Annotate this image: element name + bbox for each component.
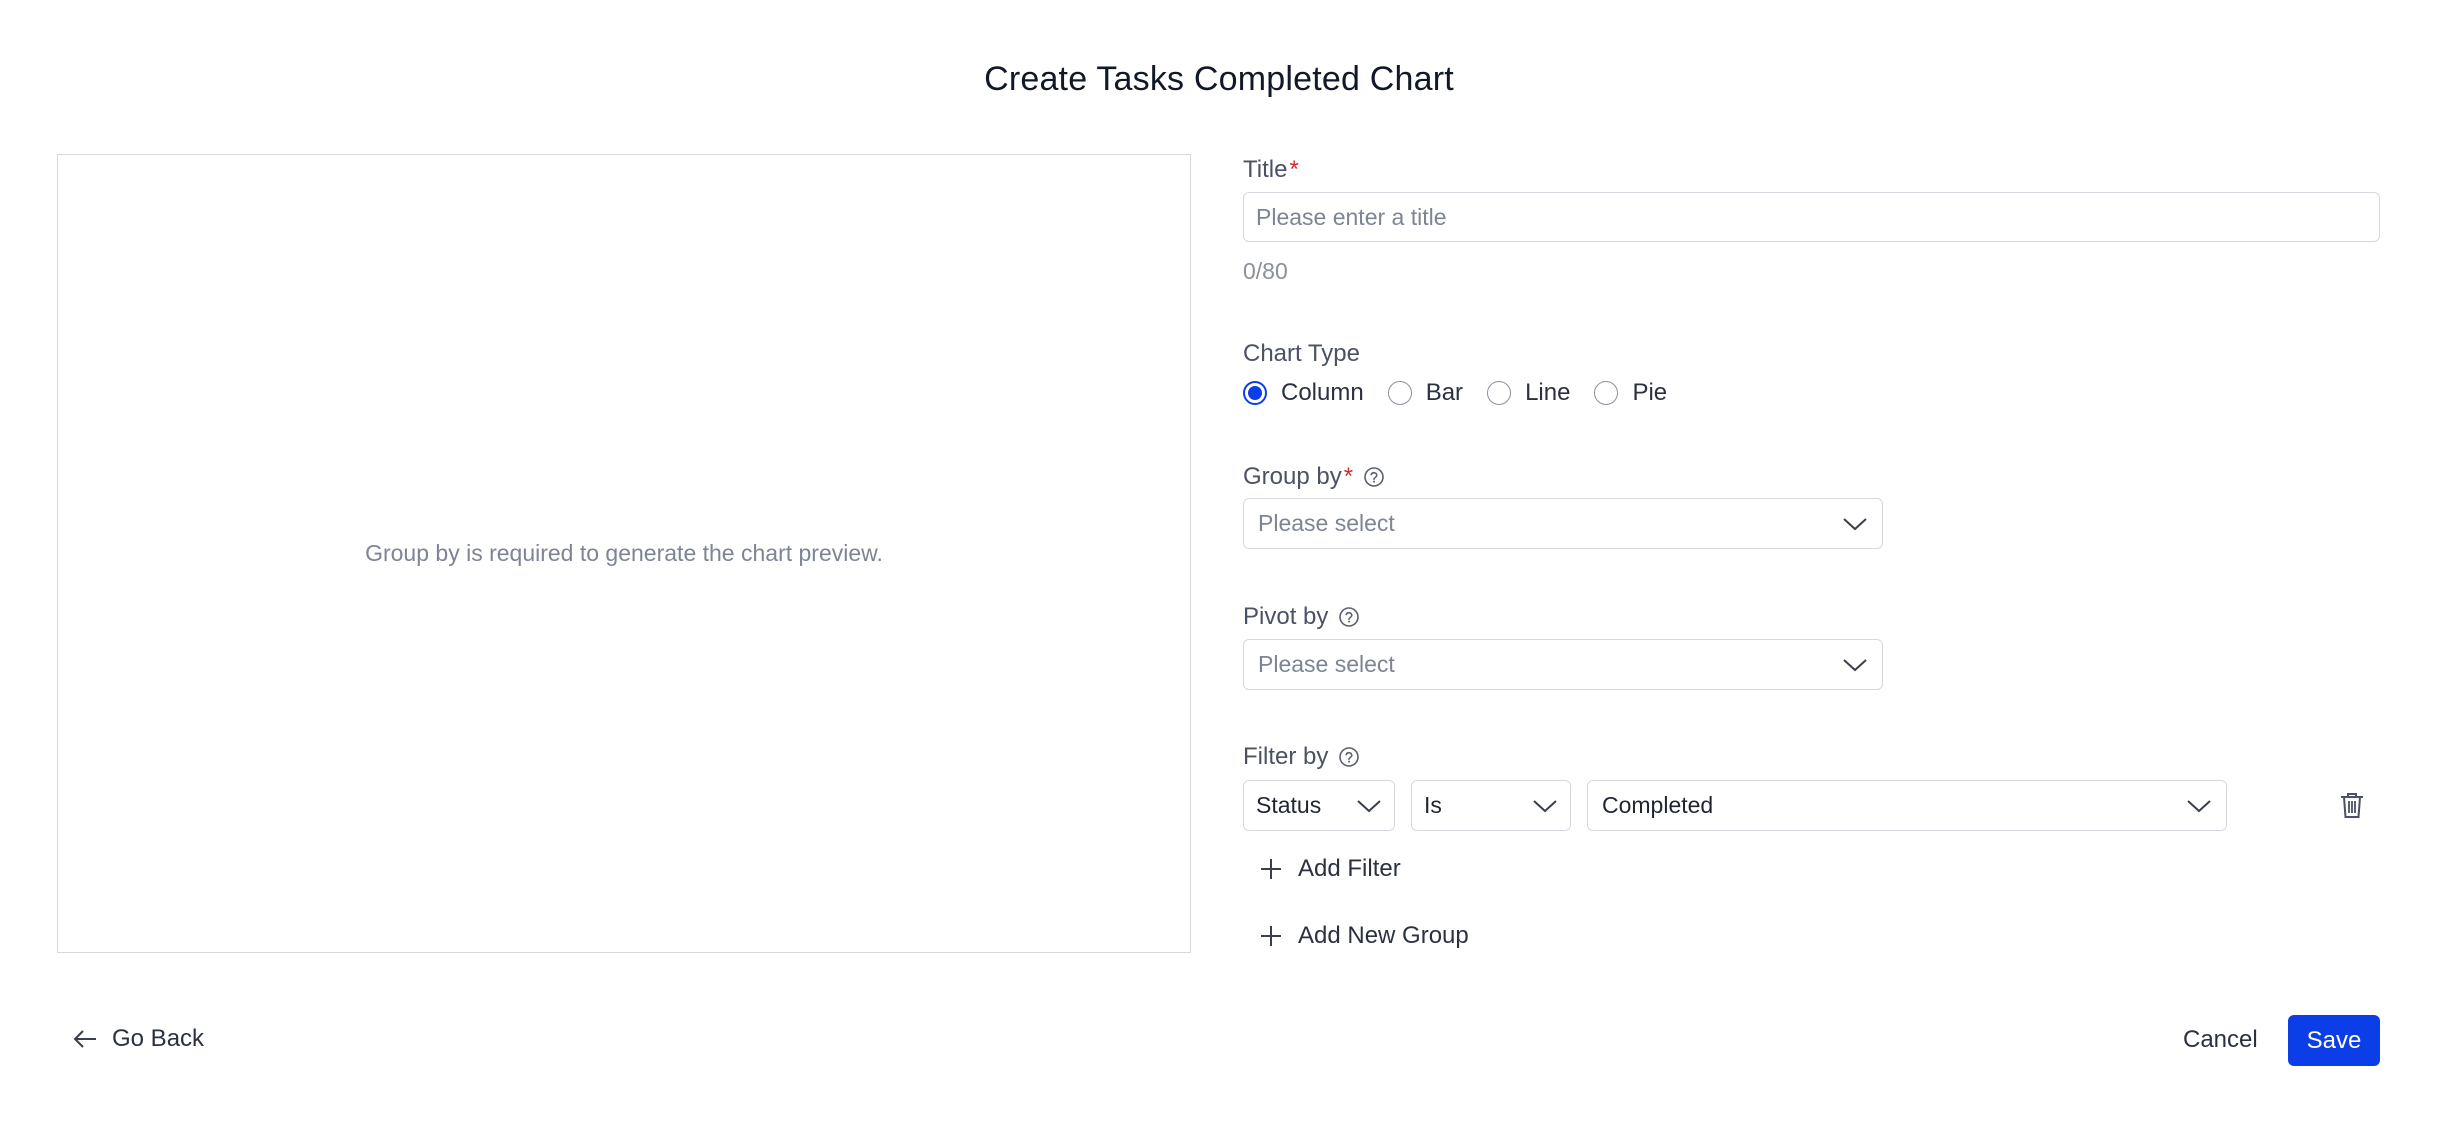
title-char-counter: 0/80 xyxy=(1243,258,1288,284)
required-asterisk: * xyxy=(1289,156,1299,183)
add-filter-button[interactable]: Add Filter xyxy=(1260,855,1401,883)
title-input[interactable] xyxy=(1243,192,2380,242)
filter-value-select[interactable]: Completed xyxy=(1587,780,2227,831)
plus-icon xyxy=(1261,859,1281,879)
radio-column-label: Column xyxy=(1281,379,1364,406)
radio-line-label: Line xyxy=(1525,379,1571,406)
filter-operator-value: Is xyxy=(1424,792,1442,818)
pivot-by-select[interactable]: Please select xyxy=(1243,639,1883,690)
title-label-text: Title xyxy=(1243,156,1288,183)
radio-pie-label: Pie xyxy=(1632,379,1668,406)
filter-by-label: Filter by xyxy=(1243,743,1360,771)
radio-column[interactable]: Column xyxy=(1243,379,1364,407)
chevron-down-icon xyxy=(1843,517,1867,530)
group-by-help-icon[interactable] xyxy=(1363,466,1385,488)
radio-line-indicator[interactable] xyxy=(1487,381,1512,405)
filter-operator-select[interactable]: Is xyxy=(1411,780,1571,831)
chevron-down-icon xyxy=(2187,799,2211,812)
chevron-down-icon xyxy=(1533,799,1557,812)
filter-field-select[interactable]: Status xyxy=(1243,780,1395,831)
group-by-select[interactable]: Please select xyxy=(1243,498,1883,549)
required-asterisk: * xyxy=(1343,463,1354,490)
add-filter-label: Add Filter xyxy=(1298,855,1401,882)
title-label: Title * xyxy=(1243,156,1299,184)
arrow-left-icon xyxy=(73,1030,96,1048)
filter-value-value: Completed xyxy=(1602,792,1714,818)
pivot-by-placeholder: Please select xyxy=(1258,651,1395,677)
chart-type-radio-group: Column Bar Line Pie xyxy=(1243,379,1691,407)
pivot-by-label-text: Pivot by xyxy=(1243,603,1329,630)
pivot-by-help-icon[interactable] xyxy=(1338,606,1360,628)
group-by-placeholder: Please select xyxy=(1258,510,1395,536)
chart-preview-panel: Group by is required to generate the cha… xyxy=(57,154,1191,953)
radio-line[interactable]: Line xyxy=(1487,379,1570,407)
page-title: Create Tasks Completed Chart xyxy=(984,60,1454,98)
add-new-group-label: Add New Group xyxy=(1298,922,1469,949)
pivot-by-label: Pivot by xyxy=(1243,603,1360,631)
filter-by-label-text: Filter by xyxy=(1243,743,1329,770)
filter-field-value: Status xyxy=(1256,792,1322,818)
radio-pie[interactable]: Pie xyxy=(1594,379,1667,407)
trash-icon[interactable] xyxy=(2339,791,2365,819)
radio-bar[interactable]: Bar xyxy=(1387,379,1464,407)
radio-bar-indicator[interactable] xyxy=(1387,381,1412,405)
add-new-group-button[interactable]: Add New Group xyxy=(1260,922,1469,950)
go-back-button[interactable]: Go Back xyxy=(72,1025,204,1053)
cancel-button[interactable]: Cancel xyxy=(2183,1026,2258,1054)
group-by-label: Group by * xyxy=(1243,463,1385,491)
go-back-label: Go Back xyxy=(112,1025,205,1052)
chart-type-label: Chart Type xyxy=(1243,340,1360,368)
filter-by-help-icon[interactable] xyxy=(1338,746,1360,768)
chart-preview-message: Group by is required to generate the cha… xyxy=(365,540,883,566)
radio-bar-label: Bar xyxy=(1425,379,1464,406)
group-by-label-text: Group by xyxy=(1243,463,1342,490)
plus-icon xyxy=(1261,926,1281,946)
radio-column-indicator[interactable] xyxy=(1243,381,1267,405)
radio-pie-indicator[interactable] xyxy=(1594,381,1619,405)
chart-type-label-text: Chart Type xyxy=(1243,340,1360,367)
chevron-down-icon xyxy=(1357,799,1381,812)
save-button[interactable]: Save xyxy=(2288,1015,2380,1066)
chevron-down-icon xyxy=(1843,658,1867,671)
